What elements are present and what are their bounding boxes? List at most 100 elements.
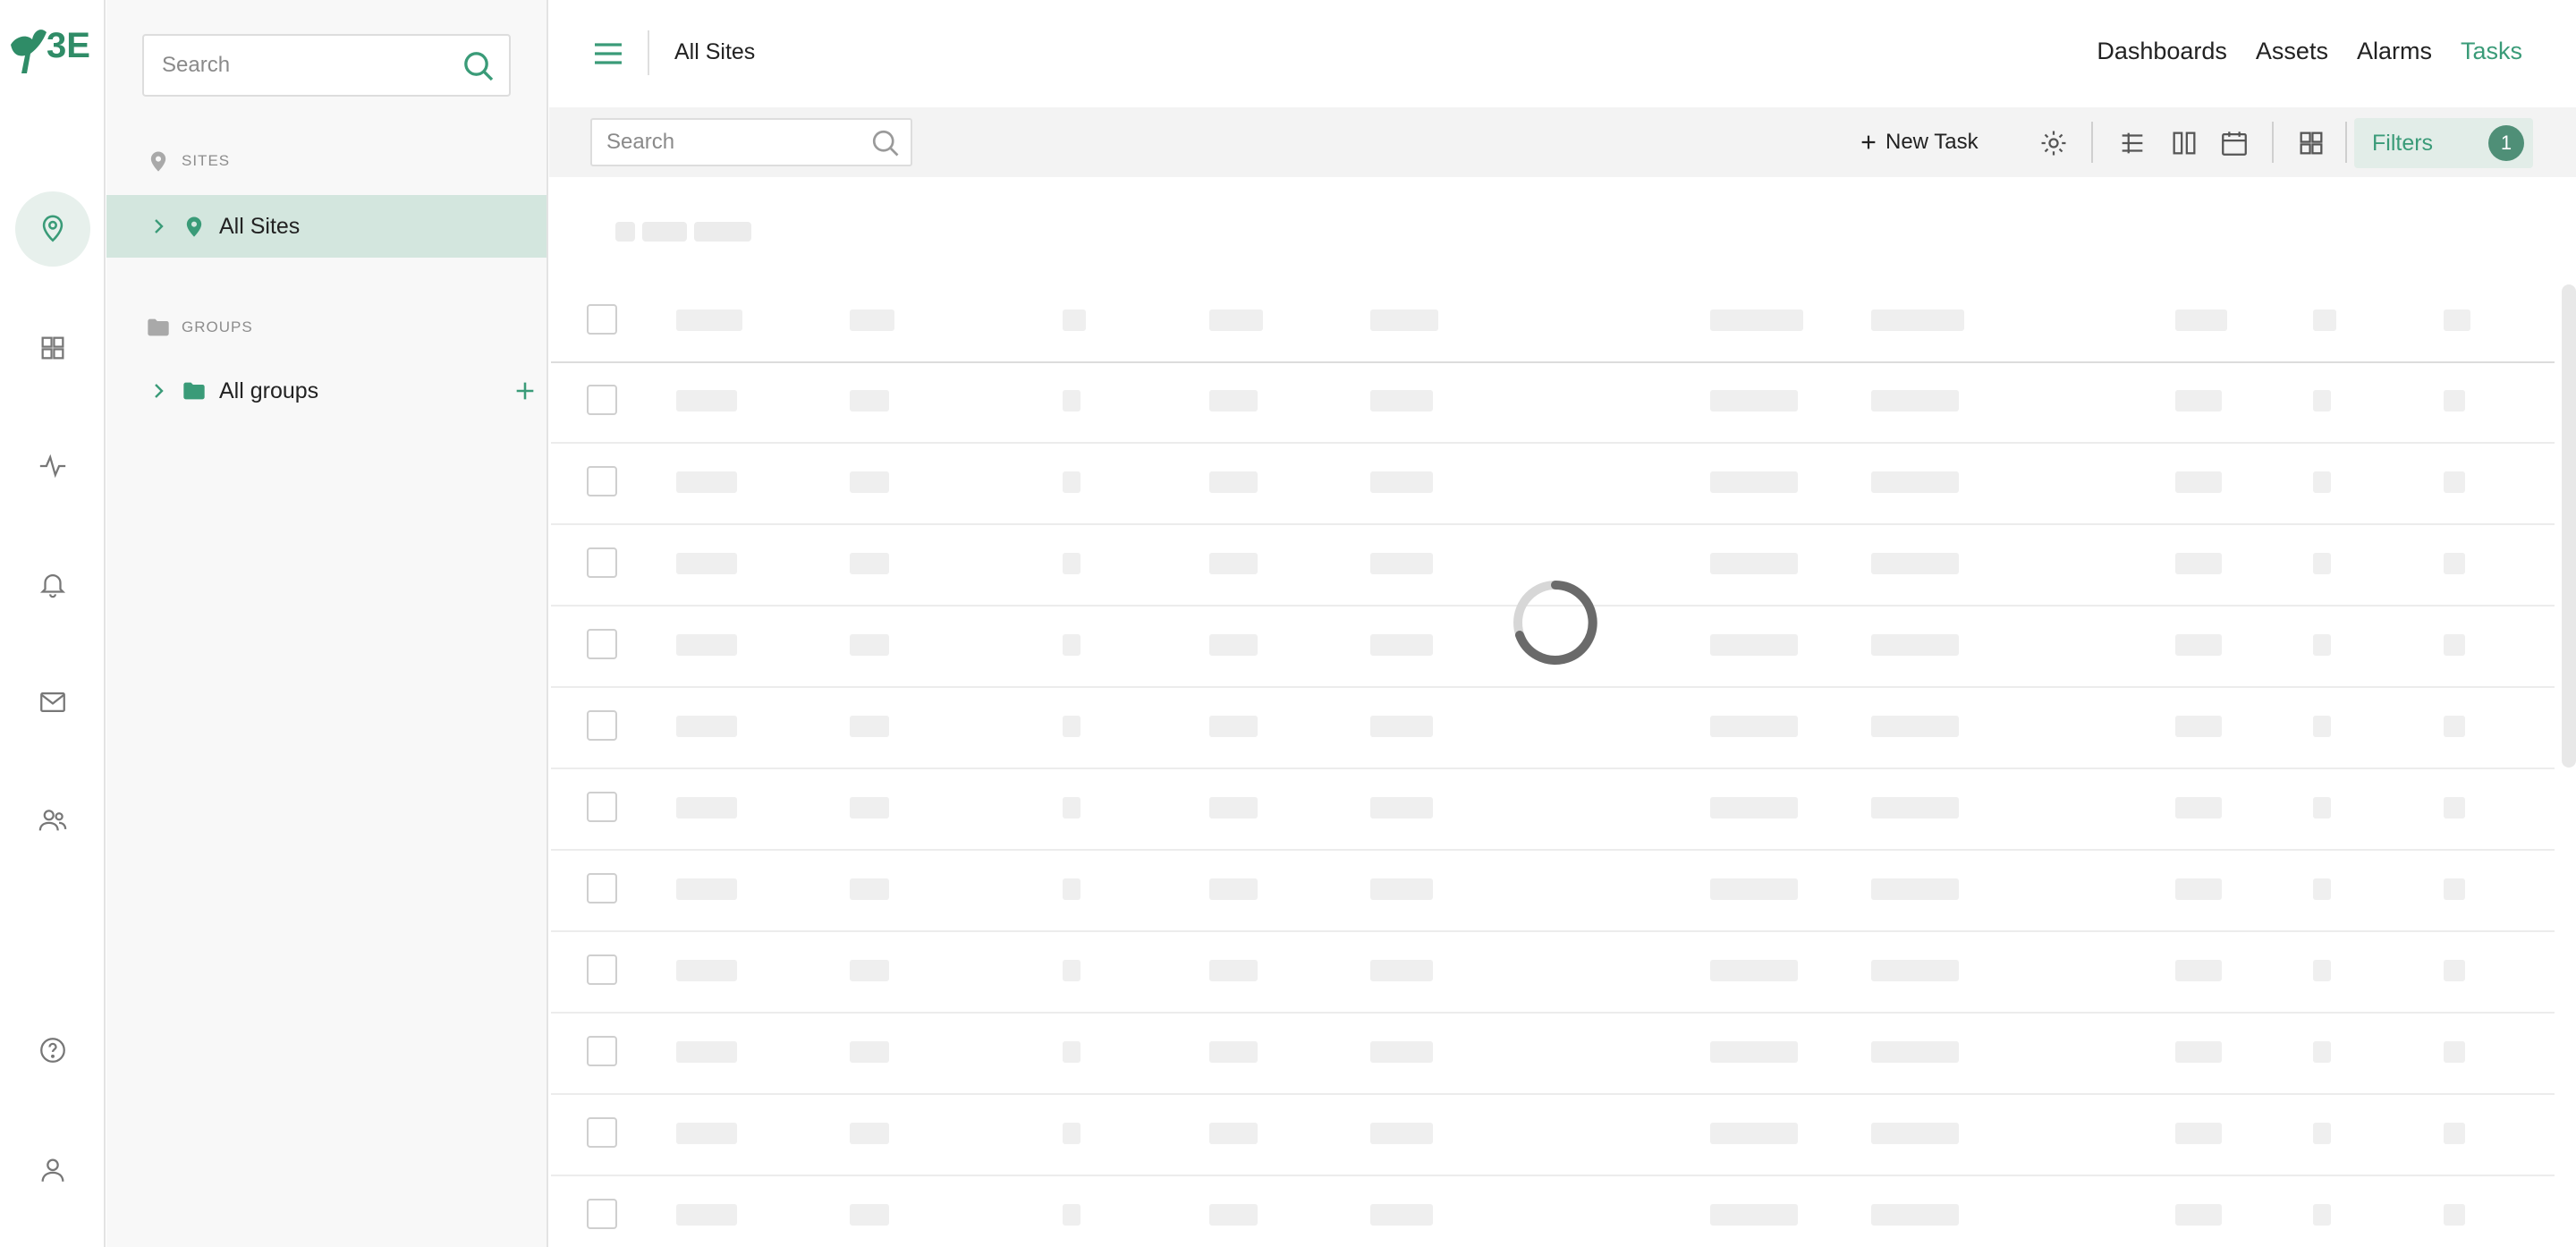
skeleton-cell bbox=[2313, 1123, 2331, 1144]
skeleton-cell bbox=[1209, 797, 1258, 819]
nav-assets[interactable]: Assets bbox=[2256, 38, 2328, 65]
search-icon[interactable] bbox=[869, 127, 902, 159]
skeleton-block bbox=[694, 222, 751, 242]
skeleton-cell bbox=[2313, 960, 2331, 981]
chevron-right-icon[interactable] bbox=[148, 216, 169, 237]
table-scrollbar[interactable] bbox=[2562, 284, 2576, 768]
row-checkbox[interactable] bbox=[587, 954, 617, 985]
skeleton-cell bbox=[2175, 310, 2227, 331]
row-checkbox[interactable] bbox=[587, 710, 617, 741]
skeleton-cell bbox=[2313, 716, 2331, 737]
skeleton-cell bbox=[1063, 960, 1080, 981]
list-view-button[interactable] bbox=[2114, 125, 2150, 161]
plus-icon bbox=[1861, 135, 1876, 149]
gear-icon bbox=[2041, 131, 2066, 156]
row-checkbox[interactable] bbox=[587, 304, 617, 335]
skeleton-cell bbox=[1063, 797, 1080, 819]
skeleton-cell bbox=[676, 471, 737, 493]
nav-tasks[interactable]: Tasks bbox=[2461, 38, 2522, 65]
table-row[interactable] bbox=[551, 363, 2555, 444]
row-checkbox[interactable] bbox=[587, 792, 617, 822]
tree-search-input[interactable] bbox=[162, 36, 448, 95]
task-search-input[interactable] bbox=[606, 120, 857, 165]
table-row[interactable] bbox=[551, 445, 2555, 525]
skeleton-cell bbox=[850, 553, 889, 574]
search-icon[interactable] bbox=[461, 48, 496, 84]
skeleton-cell bbox=[1871, 716, 1959, 737]
pagination-placeholder bbox=[615, 222, 751, 242]
table-row[interactable] bbox=[551, 933, 2555, 1014]
skeleton-cell bbox=[1063, 1204, 1080, 1226]
skeleton-cell bbox=[1710, 471, 1798, 493]
hamburger-menu-icon[interactable] bbox=[590, 36, 626, 72]
sites-section-text: SITES bbox=[182, 152, 231, 169]
skeleton-cell bbox=[1209, 634, 1258, 656]
grid-view-button[interactable] bbox=[2293, 125, 2329, 161]
folder-icon bbox=[148, 318, 169, 336]
table-row[interactable] bbox=[551, 852, 2555, 932]
nav-dashboards[interactable]: Dashboards bbox=[2097, 38, 2227, 65]
row-checkbox[interactable] bbox=[587, 1036, 617, 1066]
skeleton-cell bbox=[1370, 1123, 1433, 1144]
row-checkbox[interactable] bbox=[587, 629, 617, 659]
folder-icon bbox=[183, 382, 205, 400]
rail-users-button[interactable] bbox=[15, 783, 90, 858]
rail-sites-button[interactable] bbox=[15, 191, 90, 267]
skeleton-cell bbox=[1063, 390, 1080, 411]
skeleton-cell bbox=[2313, 797, 2331, 819]
table-row[interactable] bbox=[551, 1096, 2555, 1176]
row-checkbox[interactable] bbox=[587, 1117, 617, 1148]
filters-button[interactable]: Filters 1 bbox=[2354, 118, 2533, 168]
skeleton-cell bbox=[850, 390, 889, 411]
skeleton-cell bbox=[1370, 310, 1438, 331]
rail-profile-button[interactable] bbox=[15, 1132, 90, 1208]
skeleton-cell bbox=[676, 1204, 737, 1226]
skeleton-cell bbox=[2175, 716, 2222, 737]
skeleton-cell bbox=[1710, 390, 1798, 411]
calendar-view-button[interactable] bbox=[2216, 125, 2252, 161]
skeleton-cell bbox=[1209, 878, 1258, 900]
nav-alarms[interactable]: Alarms bbox=[2357, 38, 2432, 65]
skeleton-cell bbox=[2313, 471, 2331, 493]
new-task-button[interactable]: New Task bbox=[1859, 125, 1979, 159]
skeleton-cell bbox=[2175, 471, 2222, 493]
add-group-icon[interactable] bbox=[513, 378, 538, 403]
row-checkbox[interactable] bbox=[587, 385, 617, 415]
skeleton-cell bbox=[2175, 634, 2222, 656]
skeleton-cell bbox=[2175, 1041, 2222, 1063]
user-icon bbox=[41, 1158, 64, 1182]
skeleton-cell bbox=[2444, 1123, 2465, 1144]
table-row[interactable] bbox=[551, 1177, 2555, 1247]
skeleton-cell bbox=[1209, 390, 1258, 411]
row-checkbox[interactable] bbox=[587, 1199, 617, 1229]
icon-rail: 3E bbox=[0, 0, 106, 1247]
skeleton-cell bbox=[850, 634, 889, 656]
settings-button[interactable] bbox=[2036, 125, 2072, 161]
table-row[interactable] bbox=[551, 1014, 2555, 1095]
chevron-right-icon[interactable] bbox=[148, 380, 169, 402]
rail-help-button[interactable] bbox=[15, 1013, 90, 1088]
row-checkbox[interactable] bbox=[587, 547, 617, 578]
site-tree-panel: SITES All Sites GROUPS All groups bbox=[106, 0, 548, 1247]
task-search bbox=[590, 118, 912, 166]
toolbar-separator bbox=[2272, 122, 2274, 163]
skeleton-cell bbox=[2444, 471, 2465, 493]
rail-messages-button[interactable] bbox=[15, 665, 90, 740]
tree-item-all-sites[interactable]: All Sites bbox=[106, 195, 547, 258]
table-row[interactable] bbox=[551, 770, 2555, 851]
row-checkbox[interactable] bbox=[587, 873, 617, 903]
skeleton-cell bbox=[676, 1123, 737, 1144]
skeleton-cell bbox=[1209, 716, 1258, 737]
rail-dashboards-button[interactable] bbox=[15, 310, 90, 386]
rail-activity-button[interactable] bbox=[15, 428, 90, 504]
columns-icon bbox=[2173, 131, 2196, 155]
board-view-button[interactable] bbox=[2166, 125, 2202, 161]
filters-count-badge: 1 bbox=[2488, 125, 2524, 161]
tree-item-all-groups[interactable]: All groups bbox=[106, 360, 547, 422]
rail-alarms-button[interactable] bbox=[15, 547, 90, 622]
skeleton-cell bbox=[1370, 634, 1433, 656]
table-row[interactable] bbox=[551, 689, 2555, 769]
skeleton-cell bbox=[2175, 553, 2222, 574]
row-checkbox[interactable] bbox=[587, 466, 617, 496]
brand-logo[interactable]: 3E bbox=[7, 18, 98, 81]
